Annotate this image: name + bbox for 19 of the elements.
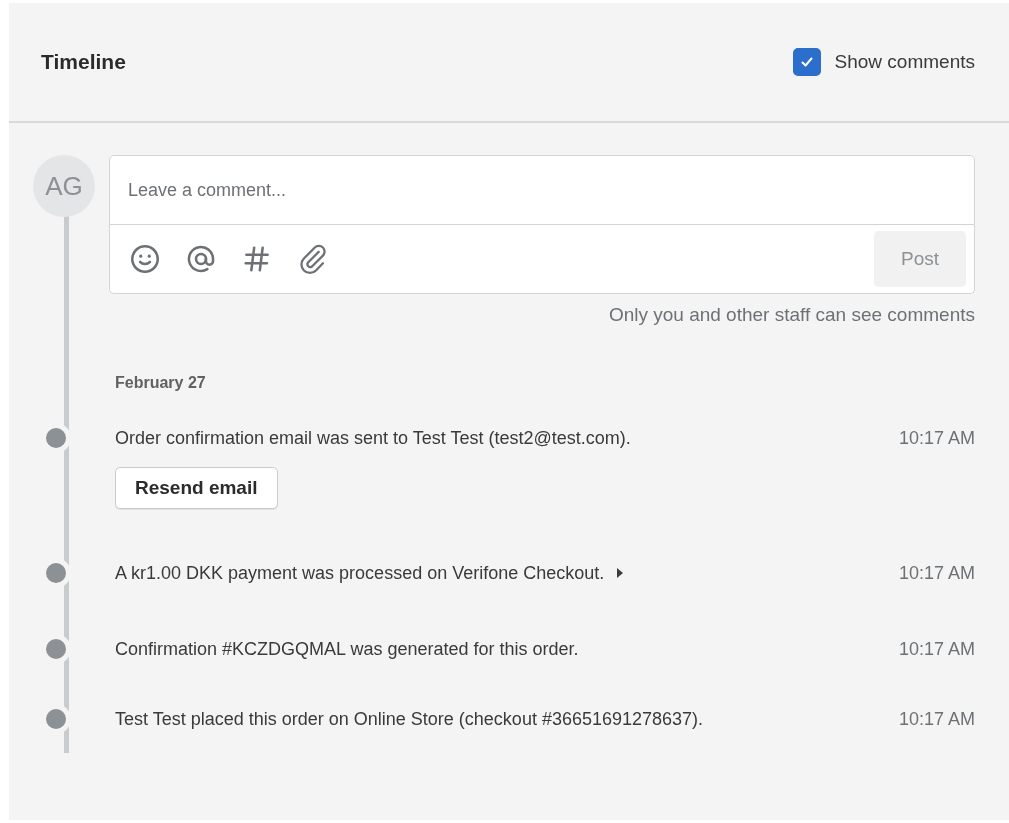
event-text: Confirmation #KCZDGQMAL was generated for this order.: [115, 638, 579, 661]
comments-visibility-note: Only you and other staff can see comments: [607, 304, 975, 326]
event-time: 10:17 AM: [898, 638, 975, 661]
date-heading: February 27: [115, 374, 207, 392]
resend-email-button[interactable]: Resend email: [115, 467, 278, 509]
checkmark-icon: [798, 54, 815, 70]
comment-input[interactable]: Leave a comment...: [109, 155, 975, 225]
event-text: A kr1.00 DKK payment was processed on Verifone Checkout.: [115, 562, 605, 585]
event-time: 10:17 AM: [898, 427, 975, 450]
event-text: Test Test placed this order on Online Store (checkout #36651691278637).: [115, 708, 704, 731]
caret-icon[interactable]: [616, 567, 625, 579]
event-time: 10:17 AM: [898, 708, 975, 731]
emoji-icon[interactable]: [128, 242, 162, 276]
event-time: 10:17 AM: [898, 562, 975, 585]
avatar: AG: [33, 155, 95, 217]
event-text: Order confirmation email was sent to Test Test (test2@test.com).: [115, 427, 631, 450]
show-comments-label[interactable]: Show comments: [834, 51, 975, 73]
show-comments-checkbox[interactable]: [792, 48, 821, 76]
timeline-title: Timeline: [41, 50, 126, 74]
